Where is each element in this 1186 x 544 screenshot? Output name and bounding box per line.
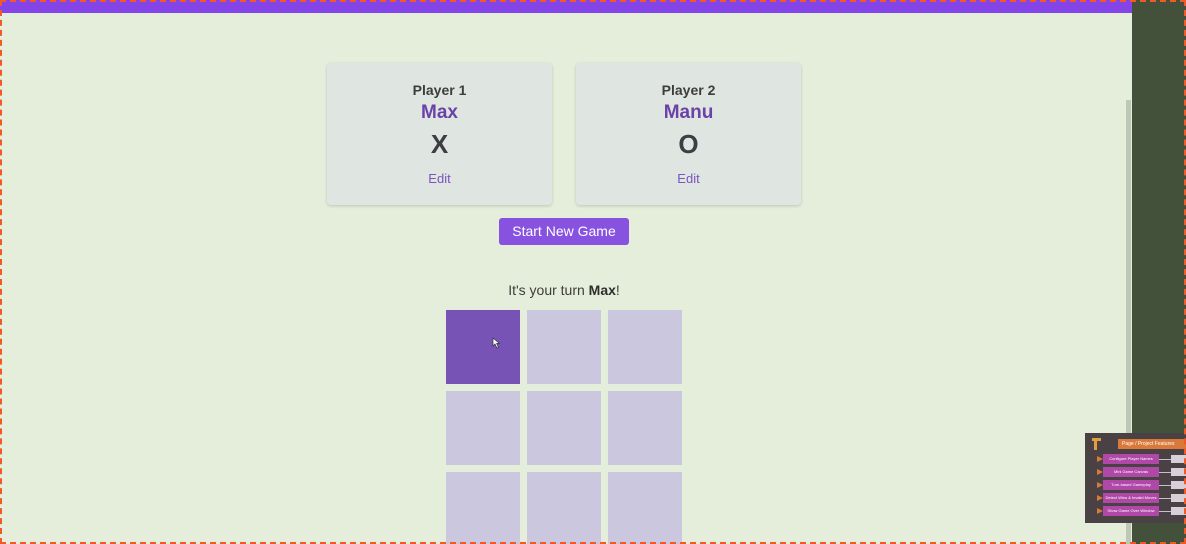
presentation-thumbnail: Page / Project Features Configure Player…	[1085, 433, 1186, 523]
mouse-cursor-icon	[492, 337, 501, 349]
player-2-name: Manu	[663, 102, 714, 123]
start-new-game-button[interactable]: Start New Game	[499, 218, 629, 245]
board-cell-4[interactable]	[446, 391, 520, 465]
active-player-name: Max	[588, 282, 616, 298]
turn-prefix: It's your turn	[508, 282, 589, 298]
player-1-name: Max	[421, 102, 458, 123]
thumbnail-row-label: Configure Player Names	[1103, 454, 1159, 464]
player-1-edit-button[interactable]: Edit	[327, 171, 552, 186]
thumbnail-row: Mini Game Canvas	[1097, 467, 1186, 477]
thumbnail-row-label: Show Game Over Window	[1103, 506, 1159, 516]
player-1-label: Player 1	[412, 82, 467, 98]
board-cell-9[interactable]	[608, 472, 682, 544]
player-1-symbol: X	[430, 129, 449, 159]
thumbnail-header: Page / Project Features	[1118, 439, 1186, 449]
player-card-1: Player 1 Max X Edit	[327, 63, 552, 205]
thumbnail-row-label: Mini Game Canvas	[1103, 467, 1159, 477]
connector-line	[1159, 511, 1171, 512]
board-cell-3[interactable]	[608, 310, 682, 384]
connector-line	[1159, 459, 1171, 460]
thumbnail-row: Detect Wins & Invalid Moves	[1097, 493, 1186, 503]
player-2-symbol: O	[678, 129, 699, 159]
thumbnail-box	[1171, 481, 1186, 489]
connector-line	[1159, 498, 1171, 499]
board-cell-6[interactable]	[608, 391, 682, 465]
board-cell-8[interactable]	[527, 472, 601, 544]
game-board	[446, 310, 686, 544]
thumbnail-box	[1171, 455, 1186, 463]
thumbnail-row-label: Turn-based Gameplay	[1103, 480, 1159, 490]
thumbnail-box	[1171, 507, 1186, 515]
connector-line	[1159, 472, 1171, 473]
thumbnail-row: Configure Player Names	[1097, 454, 1186, 464]
top-bar	[0, 0, 1132, 13]
thumbnail-row: Turn-based Gameplay	[1097, 480, 1186, 490]
thumbnail-box	[1171, 468, 1186, 476]
board-cell-5[interactable]	[527, 391, 601, 465]
player-2-edit-button[interactable]: Edit	[576, 171, 801, 186]
thumbnail-row-label: Detect Wins & Invalid Moves	[1103, 493, 1159, 503]
turn-info: It's your turn Max!	[0, 282, 1128, 298]
player-card-2: Player 2 Manu O Edit	[576, 63, 801, 205]
board-cell-2[interactable]	[527, 310, 601, 384]
connector-line	[1159, 485, 1171, 486]
board-cell-7[interactable]	[446, 472, 520, 544]
turn-suffix: !	[615, 282, 620, 298]
thumbnail-box	[1171, 494, 1186, 502]
board-cell-1[interactable]	[446, 310, 520, 384]
logo-icon	[1092, 438, 1101, 450]
thumbnail-row: Show Game Over Window	[1097, 506, 1186, 516]
player-2-label: Player 2	[661, 82, 716, 98]
